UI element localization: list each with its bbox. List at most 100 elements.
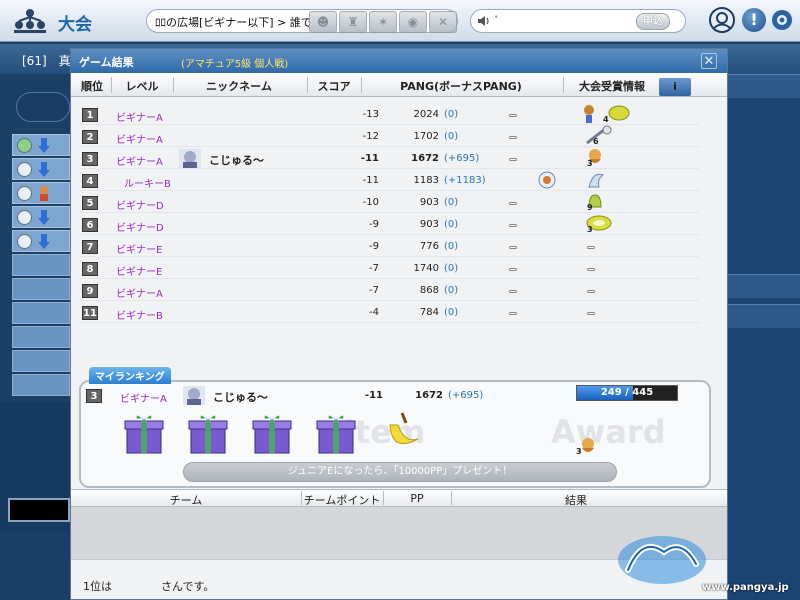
award-info-button[interactable]: i	[659, 78, 691, 96]
empty-bonus-item-icon	[509, 114, 517, 117]
top-bar: 大会 ﾛﾛの広場[ビギナー以下] > 誰でもOK！1 ☻ ♜ ✶ ◉ ✕ 申込 …	[0, 0, 800, 42]
player-indicator-icon	[38, 210, 50, 225]
empty-bonus-item-icon	[509, 268, 517, 271]
rank-badge: 11	[82, 306, 98, 320]
table-row[interactable]: 9 ビギナーA -7 868 (0)	[79, 281, 699, 301]
my-ranking-label: マイランキング	[89, 367, 171, 384]
bonus-pang-text: (0)	[444, 285, 459, 296]
bonus-pang-text: (+695)	[444, 153, 480, 164]
help-icon[interactable]: !	[742, 8, 766, 32]
empty-award-icon	[587, 268, 595, 271]
rank-badge: 4	[82, 174, 98, 188]
room-name: ﾛﾛの広場[ビギナー以下] > 誰でもOK！1	[155, 16, 309, 29]
player-slot-2[interactable]	[12, 158, 70, 180]
empty-bonus-item-icon	[509, 224, 517, 227]
rank-badge: 5	[82, 196, 98, 210]
gear-icon[interactable]	[770, 8, 794, 32]
table-row[interactable]: 6 ビギナーD -9 903 (0) 3	[79, 215, 699, 235]
pang-text: 2024	[413, 109, 439, 120]
community-icon[interactable]	[708, 6, 736, 34]
pang-text: 1740	[413, 263, 439, 274]
rank-badge: 2	[82, 130, 98, 144]
dialog-header: ゲーム結果 (アマチュア5級 個人戦) ✕	[71, 49, 727, 73]
right-strip-bar	[728, 74, 800, 98]
col-result: 結果	[565, 494, 587, 507]
rank-badge: 6	[82, 218, 98, 232]
nickname-text: こじゅる～	[209, 154, 264, 167]
rank-badge: 3	[82, 152, 98, 166]
award-count: 4	[603, 115, 609, 124]
gift-box-icon	[252, 415, 292, 454]
status-icon	[17, 162, 32, 177]
award-count: 3	[587, 159, 593, 168]
map-icon: ✶	[377, 15, 389, 29]
table-row[interactable]: 8 ビギナーE -7 1740 (0)	[79, 259, 699, 279]
status-icon	[17, 210, 32, 225]
room-icon-button-4[interactable]: ◉	[399, 11, 427, 33]
award-watermark: Award	[551, 413, 666, 451]
player-slot-empty	[12, 278, 70, 300]
award-count: 6	[593, 137, 599, 146]
award-count: 9	[587, 203, 593, 212]
gift-box-icon	[188, 415, 228, 454]
table-row[interactable]: 5 ビギナーD -10 903 (0) 9	[79, 193, 699, 213]
banana-item-icon	[389, 412, 419, 445]
pang-text: 903	[419, 219, 439, 230]
room-icon-button-5[interactable]: ✕	[429, 11, 457, 33]
col-separator	[173, 77, 174, 93]
table-row[interactable]: 7 ビギナーE -9 776 (0)	[79, 237, 699, 257]
empty-bonus-item-icon	[509, 202, 517, 205]
bonus-item-icon	[538, 171, 556, 189]
empty-award-icon	[587, 312, 595, 315]
room-info-box: ﾛﾛの広場[ビギナー以下] > 誰でもOK！1 ☻ ♜ ✶ ◉ ✕	[146, 9, 458, 33]
table-row[interactable]: 11 ビギナーB -4 784 (0)	[79, 303, 699, 323]
pang-text: 784	[419, 307, 439, 318]
tournament-logo-icon	[14, 9, 46, 33]
level-text: ビギナーD	[116, 223, 164, 234]
col-separator	[111, 77, 112, 93]
award-count: 3	[587, 225, 593, 234]
player-slot-empty	[12, 350, 70, 372]
bonus-pang-text: (+695)	[448, 390, 484, 401]
room-icon-button-1[interactable]: ☻	[309, 11, 337, 33]
pang-text: 1672	[411, 153, 439, 164]
apply-button[interactable]: 申込	[636, 13, 670, 30]
col-separator	[563, 77, 564, 93]
gift-box-icon	[316, 415, 356, 454]
player-slot-1[interactable]	[12, 134, 70, 156]
player-slot-empty	[12, 302, 70, 324]
chat-input[interactable]	[495, 14, 625, 26]
speaker-icon	[478, 16, 489, 26]
table-row[interactable]: 4 ルーキーB -11 1183 (+1183)	[79, 171, 699, 191]
player-indicator-icon	[38, 138, 50, 153]
col-team-points: チームポイント	[303, 494, 381, 507]
right-strip-bar	[728, 274, 800, 298]
player-slot-5[interactable]	[12, 230, 70, 252]
progress-text: 249 / 445	[600, 387, 654, 398]
bonus-pang-text: (0)	[444, 263, 459, 274]
col-score: スコア	[317, 80, 351, 93]
bonus-pang-text: (+1183)	[444, 175, 486, 186]
close-button[interactable]: ✕	[701, 53, 717, 69]
room-icon-button-2[interactable]: ♜	[339, 11, 367, 33]
level-text: ビギナーA	[116, 289, 163, 300]
pangya-logo	[618, 536, 706, 584]
rank-badge: 3	[86, 389, 102, 403]
table-row[interactable]: 2 ビギナーA -12 1702 (0) 6	[79, 125, 699, 147]
bonus-pang-text: (0)	[444, 219, 459, 230]
table-row[interactable]: 3 ビギナーA こじゅる～ -11 1672 (+695) 3	[79, 149, 699, 169]
room-icon-button-3[interactable]: ✶	[369, 11, 397, 33]
bonus-pang-text: (0)	[444, 197, 459, 208]
player-slot-empty	[12, 254, 70, 276]
first-place-suffix: さんです。	[161, 580, 215, 593]
empty-bonus-item-icon	[509, 312, 517, 315]
close-icon: ✕	[437, 15, 449, 29]
nickname-text: こじゅる～	[213, 391, 268, 404]
col-level: レベル	[125, 80, 159, 93]
player-slot-panel	[10, 80, 70, 400]
bonus-pang-text: (0)	[444, 307, 459, 318]
player-indicator-icon	[38, 162, 50, 177]
player-slot-3[interactable]	[12, 182, 70, 204]
table-row[interactable]: 1 ビギナーA -13 2024 (0) 4	[79, 105, 699, 125]
player-slot-4[interactable]	[12, 206, 70, 228]
